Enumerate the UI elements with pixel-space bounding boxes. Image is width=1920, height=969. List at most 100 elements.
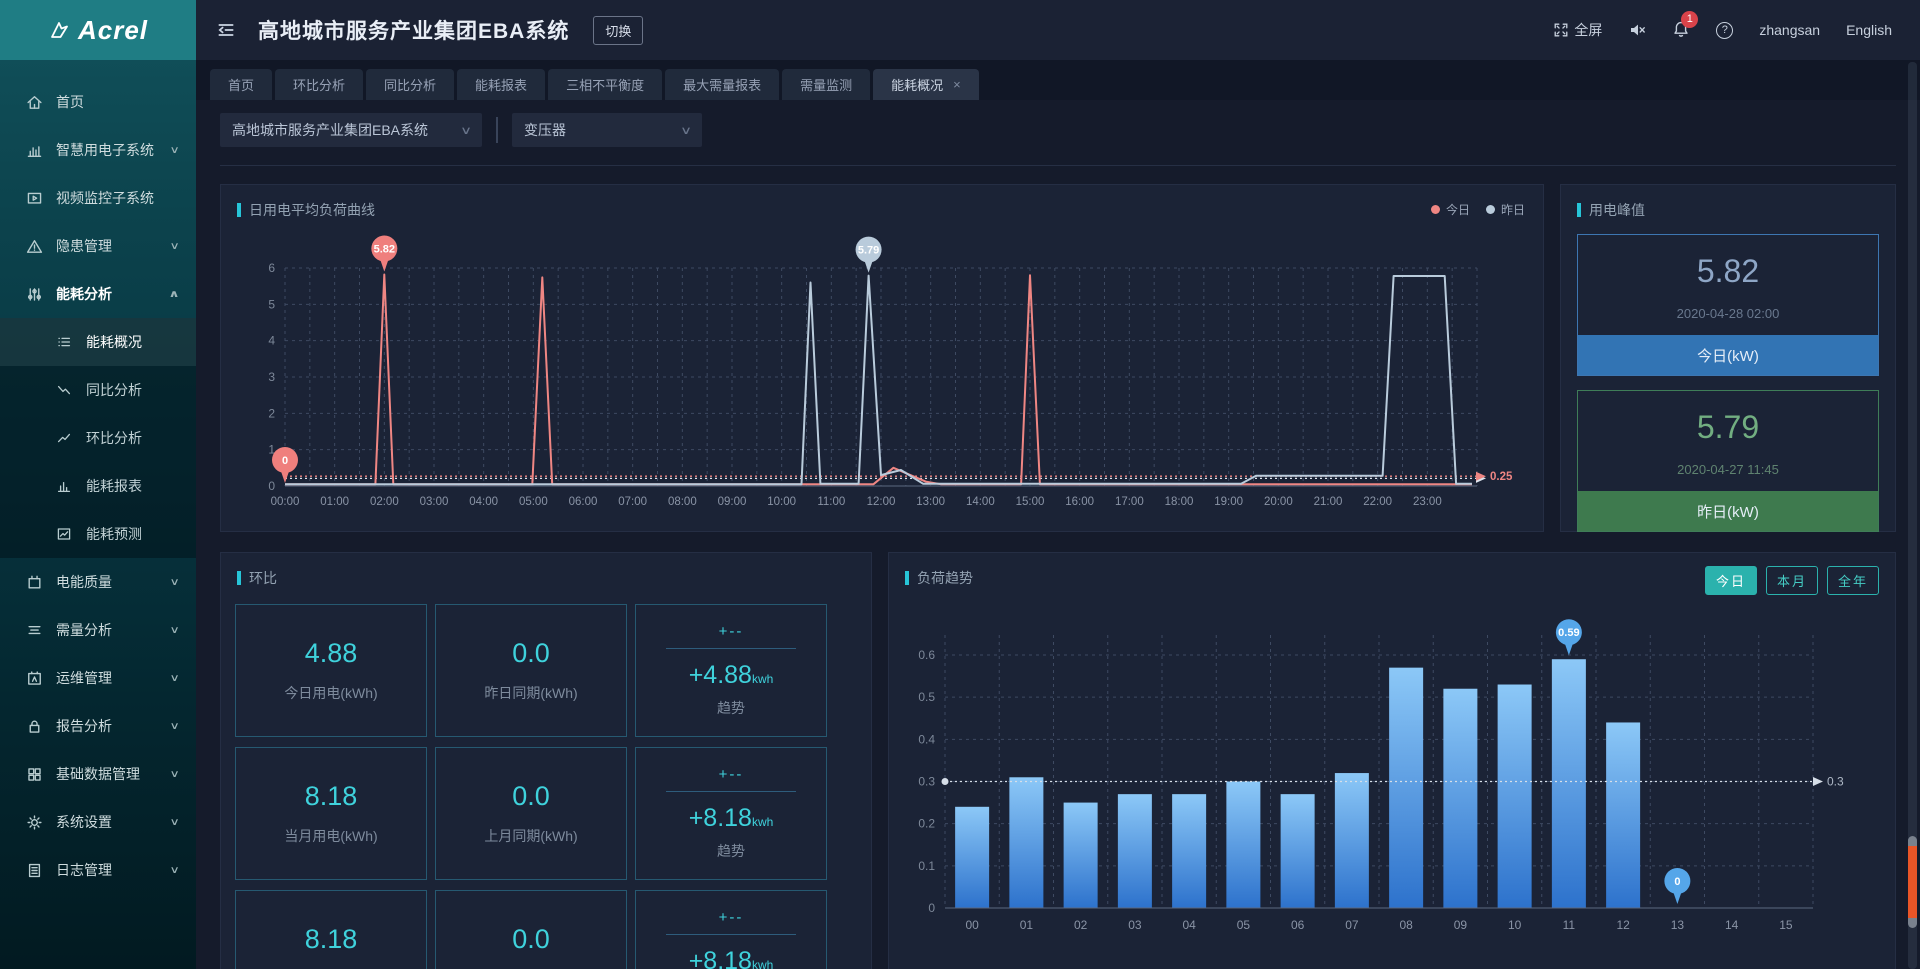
svg-text:08: 08 bbox=[1399, 918, 1413, 932]
svg-text:16:00: 16:00 bbox=[1065, 496, 1094, 508]
device-select[interactable]: 变压器 ∨ bbox=[512, 113, 702, 147]
sidebar-item-hazard[interactable]: 隐患管理 ∨ bbox=[0, 222, 196, 270]
tab-energy-overview[interactable]: 能耗概况 × bbox=[873, 69, 979, 100]
sidebar-subitem-yoy-analysis[interactable]: 同比分析 bbox=[0, 366, 196, 414]
tab-energy-report[interactable]: 能耗报表 bbox=[457, 69, 545, 100]
chevron-up-icon: ∧ bbox=[168, 289, 179, 300]
sidebar-item-home[interactable]: 首页 bbox=[0, 78, 196, 126]
sidebar-item-system-settings[interactable]: 系统设置 ∨ bbox=[0, 798, 196, 846]
svg-text:2: 2 bbox=[268, 406, 275, 420]
trend-divider bbox=[666, 648, 796, 649]
tab-home[interactable]: 首页 bbox=[210, 69, 272, 100]
svg-text:0.4: 0.4 bbox=[918, 732, 935, 746]
dashboard-row-1: 日用电平均负荷曲线 今日 昨日 012345600:0001:0002:0003… bbox=[220, 184, 1896, 532]
collapse-sidebar-icon[interactable] bbox=[216, 20, 236, 40]
svg-text:0.59: 0.59 bbox=[1558, 627, 1579, 639]
sidebar-item-log-management[interactable]: 日志管理 ∨ bbox=[0, 846, 196, 894]
svg-text:0.3: 0.3 bbox=[918, 775, 935, 789]
sidebar-subitem-mom-analysis[interactable]: 环比分析 bbox=[0, 414, 196, 462]
svg-text:00:00: 00:00 bbox=[271, 496, 300, 508]
stat-card: 0.0 昨日同期(kWh) bbox=[435, 604, 627, 737]
fullscreen-button[interactable]: 全屏 bbox=[1553, 20, 1602, 40]
sidebar-item-report-analysis[interactable]: 报告分析 ∨ bbox=[0, 702, 196, 750]
chevron-down-icon: ∨ bbox=[169, 865, 179, 876]
svg-text:12: 12 bbox=[1616, 918, 1630, 932]
svg-text:07:00: 07:00 bbox=[618, 496, 647, 508]
svg-text:0: 0 bbox=[1674, 876, 1680, 888]
demand-lines-icon bbox=[26, 622, 43, 639]
range-button-month[interactable]: 本月 bbox=[1766, 566, 1818, 595]
tab-close-icon[interactable]: × bbox=[953, 77, 961, 92]
svg-text:19:00: 19:00 bbox=[1214, 496, 1243, 508]
daily-load-curve-chart: 012345600:0001:0002:0003:0004:0005:0006:… bbox=[221, 220, 1541, 520]
trend-label: 趋势 bbox=[717, 841, 745, 861]
svg-text:0: 0 bbox=[282, 455, 288, 467]
grid-icon bbox=[26, 766, 43, 783]
peak-card-yesterday: 5.79 2020-04-27 11:45 昨日(kW) bbox=[1577, 390, 1879, 532]
svg-text:6: 6 bbox=[268, 261, 275, 275]
sidebar-subitem-energy-overview[interactable]: 能耗概况 bbox=[0, 318, 196, 366]
sidebar-subitem-energy-report[interactable]: 能耗报表 bbox=[0, 462, 196, 510]
sidebar-item-label: 电能质量 bbox=[56, 572, 171, 592]
range-button-year[interactable]: 全年 bbox=[1827, 566, 1879, 595]
sidebar-item-label: 视频监控子系统 bbox=[56, 188, 178, 208]
sidebar-item-energy-analysis[interactable]: 能耗分析 ∧ bbox=[0, 270, 196, 318]
sidebar-subitem-energy-forecast[interactable]: 能耗预测 bbox=[0, 510, 196, 558]
sidebar-item-ops-management[interactable]: 运维管理 ∨ bbox=[0, 654, 196, 702]
range-button-today[interactable]: 今日 bbox=[1705, 566, 1757, 595]
org-select-value: 高地城市服务产业集团EBA系统 bbox=[232, 120, 428, 140]
svg-text:22:00: 22:00 bbox=[1363, 496, 1392, 508]
legend-label: 昨日 bbox=[1501, 201, 1525, 218]
stat-value: 4.88 bbox=[305, 638, 358, 669]
tab-phase-imbalance[interactable]: 三相不平衡度 bbox=[548, 69, 662, 100]
username[interactable]: zhangsan bbox=[1759, 22, 1820, 38]
chevron-down-icon: ∨ bbox=[169, 241, 179, 252]
sidebar-item-power-quality[interactable]: 电能质量 ∨ bbox=[0, 558, 196, 606]
tab-label: 环比分析 bbox=[293, 75, 345, 94]
tab-max-demand-report[interactable]: 最大需量报表 bbox=[665, 69, 779, 100]
sidebar-item-base-data[interactable]: 基础数据管理 ∨ bbox=[0, 750, 196, 798]
mute-sound-icon[interactable] bbox=[1628, 21, 1646, 39]
switch-button[interactable]: 切换 bbox=[593, 16, 643, 45]
home-icon bbox=[26, 94, 43, 111]
tab-label: 同比分析 bbox=[384, 75, 436, 94]
mom-comparison-panel: 环比 4.88 今日用电(kWh) 0.0 昨日同期(kWh) +-- bbox=[220, 552, 872, 969]
sidebar-item-video[interactable]: 视频监控子系统 bbox=[0, 174, 196, 222]
svg-text:01:00: 01:00 bbox=[320, 496, 349, 508]
svg-text:05: 05 bbox=[1237, 918, 1251, 932]
sidebar-item-demand-analysis[interactable]: 需量分析 ∨ bbox=[0, 606, 196, 654]
energy-analysis-submenu: 能耗概况 同比分析 环比分析 能耗报表 能耗预测 bbox=[0, 318, 196, 558]
svg-text:21:00: 21:00 bbox=[1314, 496, 1343, 508]
title-accent-bar bbox=[1577, 203, 1581, 217]
svg-text:13: 13 bbox=[1671, 918, 1685, 932]
svg-text:0.25: 0.25 bbox=[1490, 471, 1513, 483]
svg-text:14: 14 bbox=[1725, 918, 1739, 932]
svg-text:10:00: 10:00 bbox=[767, 496, 796, 508]
svg-text:0.5: 0.5 bbox=[918, 690, 935, 704]
svg-text:4: 4 bbox=[268, 334, 275, 348]
svg-text:23:00: 23:00 bbox=[1413, 496, 1442, 508]
notifications-bell-icon[interactable]: 1 bbox=[1672, 20, 1690, 41]
page-scrollbar-thumb[interactable] bbox=[1908, 836, 1917, 928]
trend-down-icon bbox=[56, 382, 73, 399]
tab-demand-monitor[interactable]: 需量监测 bbox=[782, 69, 870, 100]
stat-card: 8.18 当月用电(kWh) bbox=[235, 747, 427, 880]
svg-text:06: 06 bbox=[1291, 918, 1305, 932]
svg-text:05:00: 05:00 bbox=[519, 496, 548, 508]
tab-yoy-analysis[interactable]: 同比分析 bbox=[366, 69, 454, 100]
page-scrollbar-track[interactable] bbox=[1908, 62, 1917, 969]
svg-text:09: 09 bbox=[1454, 918, 1468, 932]
legend-item-today[interactable]: 今日 bbox=[1431, 201, 1470, 218]
forecast-chart-icon bbox=[56, 526, 73, 543]
legend-item-yesterday[interactable]: 昨日 bbox=[1486, 201, 1525, 218]
language-switch[interactable]: English bbox=[1846, 22, 1892, 38]
help-icon[interactable]: ? bbox=[1716, 22, 1733, 39]
sidebar-item-smart-power[interactable]: 智慧用电子系统 ∨ bbox=[0, 126, 196, 174]
lock-icon bbox=[26, 718, 43, 735]
org-select[interactable]: 高地城市服务产业集团EBA系统 ∨ bbox=[220, 113, 482, 147]
sidebar: Acrel 首页 智慧用电子系统 ∨ 视频监控子系统 隐患管理 ∨ bbox=[0, 0, 196, 969]
top-header: 高地城市服务产业集团EBA系统 切换 全屏 1 ? zhangsan Engli… bbox=[196, 0, 1920, 60]
tab-mom-analysis[interactable]: 环比分析 bbox=[275, 69, 363, 100]
sidebar-subitem-label: 能耗概况 bbox=[86, 332, 178, 352]
stat-value: 0.0 bbox=[512, 781, 550, 812]
